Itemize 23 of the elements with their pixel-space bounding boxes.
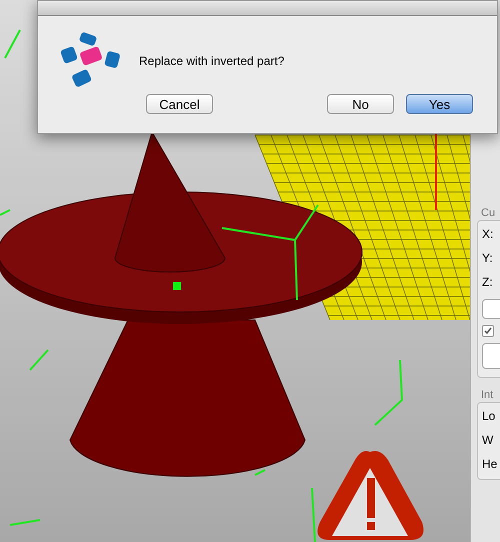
dialog-message: Replace with inverted part?	[139, 53, 284, 70]
field-label: X:	[482, 227, 494, 241]
axis-line	[10, 519, 40, 526]
axis-line	[311, 488, 316, 542]
axis-line	[254, 469, 266, 476]
warning-icon	[318, 451, 424, 540]
dialog-button[interactable]: Cancel	[146, 94, 213, 114]
axis-line	[4, 30, 21, 58]
axis-line	[29, 349, 49, 371]
dialog-button[interactable]: No	[327, 94, 394, 114]
field-label: Y:	[482, 251, 494, 265]
dialog-button[interactable]: Yes	[406, 94, 473, 114]
checkmark-icon	[484, 327, 492, 335]
field-label: W	[482, 433, 494, 447]
group-title: Cu	[480, 206, 496, 220]
checkbox[interactable]	[482, 325, 494, 337]
axis-line	[374, 360, 404, 426]
field-label: Lo	[482, 409, 496, 423]
axis-line	[0, 209, 10, 216]
group-title: Int	[480, 388, 494, 402]
field-label: Z:	[482, 275, 494, 289]
selection-point	[173, 282, 181, 290]
field-label: He	[482, 457, 498, 471]
